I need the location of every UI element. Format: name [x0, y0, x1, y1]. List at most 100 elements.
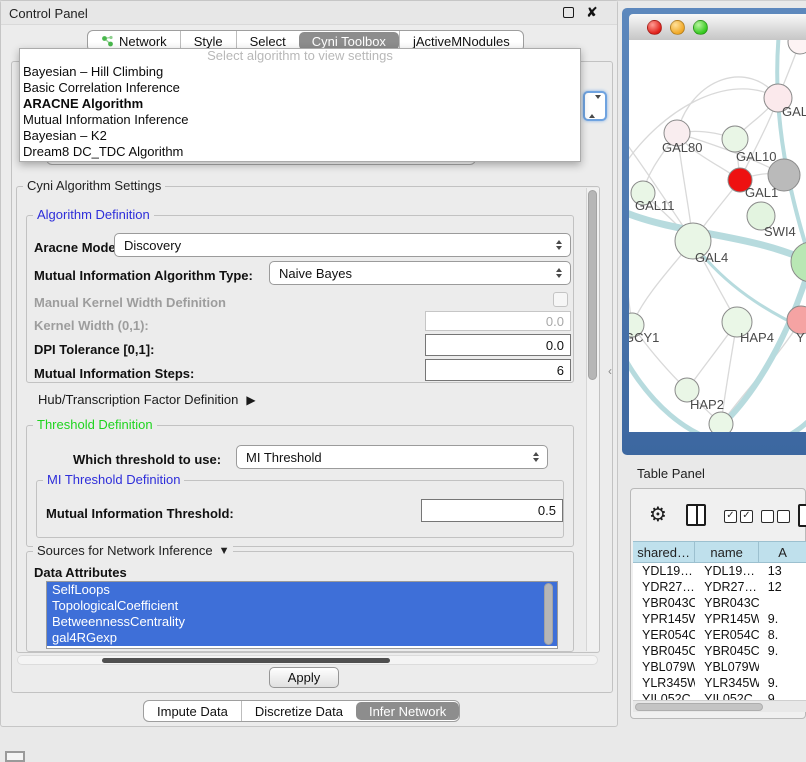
settings-vertical-scrollbar-thumb[interactable] [588, 190, 597, 380]
aracne-mode-value: Discovery [115, 238, 556, 253]
table-cell: 8. [759, 627, 806, 643]
network-node[interactable] [791, 242, 806, 282]
table-row[interactable]: YBL079WYBL079W [633, 659, 806, 675]
table-cell: YDR27… [633, 579, 695, 595]
table-panel-title: Table Panel [637, 466, 705, 481]
float-window-icon[interactable] [563, 7, 574, 18]
network-node[interactable] [788, 40, 806, 54]
column-header[interactable]: A [759, 541, 806, 563]
mi-algorithm-type-combo[interactable]: Naive Bayes [269, 261, 571, 285]
algorithm-dropdown-list: Bayesian – Hill ClimbingBasic Correlatio… [20, 64, 580, 160]
network-node[interactable] [709, 412, 733, 432]
algorithm-option[interactable]: Mutual Information Inference [20, 112, 580, 128]
tab-infer-network[interactable]: Infer Network [356, 702, 459, 720]
table-cell: 9. [759, 643, 806, 659]
apply-button[interactable]: Apply [269, 667, 339, 688]
table-cell: YBR043C [695, 595, 759, 611]
network-graph[interactable]: GALGAL80GAL10GAL1GAL11SWI4GAL4GCY1HAP4YH… [629, 40, 806, 432]
node-table[interactable]: shared…nameA YDL19…YDL19…13YDR27…YDR27…1… [633, 541, 806, 707]
network-window-titlebar[interactable] [629, 14, 806, 40]
network-icon [101, 35, 114, 48]
manual-kernel-width-checkbox[interactable] [553, 292, 568, 307]
gear-icon[interactable]: ⚙ [649, 505, 667, 525]
control-panel-title: Control Panel [9, 6, 88, 21]
sources-legend-wrap[interactable]: Sources for Network Inference ▼ [33, 543, 233, 558]
which-threshold-label: Which threshold to use: [73, 452, 221, 467]
algorithm-combo-fragment[interactable] [583, 91, 607, 121]
algorithm-option[interactable]: Bayesian – Hill Climbing [20, 64, 580, 80]
threshold-definition-legend: Threshold Definition [33, 417, 157, 432]
network-node-label: SWI4 [764, 224, 796, 239]
docked-panel-icon[interactable] [5, 751, 25, 762]
network-window[interactable]: GALGAL80GAL10GAL1GAL11SWI4GAL4GCY1HAP4YH… [622, 8, 806, 455]
aracne-mode-label: Aracne Mode: [34, 240, 120, 255]
table-cell: YBR043C [633, 595, 695, 611]
algorithm-dropdown-prompt: Select algorithm to view settings [20, 49, 580, 64]
algorithm-option[interactable]: ARACNE Algorithm [20, 96, 580, 112]
data-attributes-list[interactable]: SelfLoopsTopologicalCoefficientBetweenne… [46, 581, 558, 649]
algorithm-option[interactable]: Basic Correlation Inference [20, 80, 580, 96]
tab-impute-data[interactable]: Impute Data [144, 701, 241, 721]
network-edge[interactable] [677, 77, 778, 133]
mi-threshold-field[interactable]: 0.5 [421, 499, 563, 522]
algorithm-option[interactable]: Dream8 DC_TDC Algorithm [20, 144, 580, 160]
close-icon[interactable]: ✘ [586, 6, 598, 18]
table-cell: YDL19… [633, 563, 695, 579]
table-row[interactable]: YDL19…YDL19…13 [633, 563, 806, 579]
attribute-item[interactable]: SelfLoops [47, 582, 557, 598]
table-row[interactable]: YBR045CYBR045C9. [633, 643, 806, 659]
network-node-label: GAL10 [736, 149, 776, 164]
dpi-tolerance-label: DPI Tolerance [0,1]: [34, 342, 154, 357]
table-cell: YER054C [695, 627, 759, 643]
table-cell: 13 [759, 563, 806, 579]
deselect-all-icon[interactable] [761, 510, 790, 523]
table-cell: YBL079W [633, 659, 695, 675]
table-horizontal-scrollbar-thumb[interactable] [635, 703, 763, 711]
algorithm-definition-legend: Algorithm Definition [33, 207, 154, 222]
attribute-item[interactable]: BetweennessCentrality [47, 614, 557, 630]
column-header[interactable]: shared… [633, 541, 695, 563]
algorithm-option[interactable]: Bayesian – K2 [20, 128, 580, 144]
table-header-row: shared…nameA [633, 541, 806, 563]
network-canvas[interactable]: GALGAL80GAL10GAL1GAL11SWI4GAL4GCY1HAP4YH… [629, 40, 806, 432]
apply-button-label: Apply [288, 670, 321, 685]
manual-kernel-width-label: Manual Kernel Width Definition [34, 295, 226, 310]
select-all-icon[interactable]: ✓ ✓ [724, 510, 753, 523]
table-row[interactable]: YER054CYER054C8. [633, 627, 806, 643]
dpi-tolerance-field[interactable]: 0.0 [425, 334, 571, 356]
mi-steps-field[interactable]: 6 [425, 359, 571, 381]
column-header[interactable]: name [695, 541, 759, 563]
network-edge[interactable] [629, 238, 632, 325]
which-threshold-combo[interactable]: MI Threshold [236, 445, 548, 469]
table-row[interactable]: YPR145WYPR145W9. [633, 611, 806, 627]
mi-threshold-value: 0.5 [538, 503, 556, 518]
minimize-traffic-light-icon[interactable] [670, 20, 685, 35]
table-cell: YBR045C [695, 643, 759, 659]
zoom-traffic-light-icon[interactable] [693, 20, 708, 35]
unchecked-box-icon [761, 510, 774, 523]
file-icon[interactable] [798, 504, 806, 527]
settings-horizontal-scrollbar[interactable] [17, 655, 598, 665]
table-horizontal-scrollbar[interactable] [633, 700, 806, 712]
close-traffic-light-icon[interactable] [647, 20, 662, 35]
network-node-label: GAL11 [635, 198, 675, 213]
table-row[interactable]: YDR27…YDR27…12 [633, 579, 806, 595]
tab-discretize-data[interactable]: Discretize Data [241, 701, 356, 721]
hub-definition-toggle[interactable]: Hub/Transcription Factor Definition ▶ [38, 392, 256, 407]
mi-algorithm-type-value: Naive Bayes [270, 266, 556, 281]
application-root: Control Panel ✘ Network Style Select Cyn… [0, 0, 806, 762]
table-row[interactable]: YLR345WYLR345W9. [633, 675, 806, 691]
panel-splitter-handle[interactable]: ‹ [608, 364, 612, 378]
table-cell: YBL079W [695, 659, 759, 675]
kernel-width-field[interactable]: 0.0 [425, 311, 571, 331]
settings-horizontal-scrollbar-thumb[interactable] [102, 658, 390, 663]
attribute-item[interactable]: TopologicalCoefficient [47, 598, 557, 614]
settings-vertical-scrollbar[interactable] [586, 188, 599, 651]
attribute-item[interactable]: gal4RGexp [47, 630, 557, 646]
table-row[interactable]: YBR043CYBR043C [633, 595, 806, 611]
hub-definition-label: Hub/Transcription Factor Definition [38, 392, 238, 407]
aracne-mode-combo[interactable]: Discovery [114, 233, 571, 257]
split-columns-icon[interactable] [686, 504, 706, 526]
sources-legend: Sources for Network Inference [37, 543, 213, 558]
attributes-scrollbar-thumb[interactable] [544, 583, 553, 645]
